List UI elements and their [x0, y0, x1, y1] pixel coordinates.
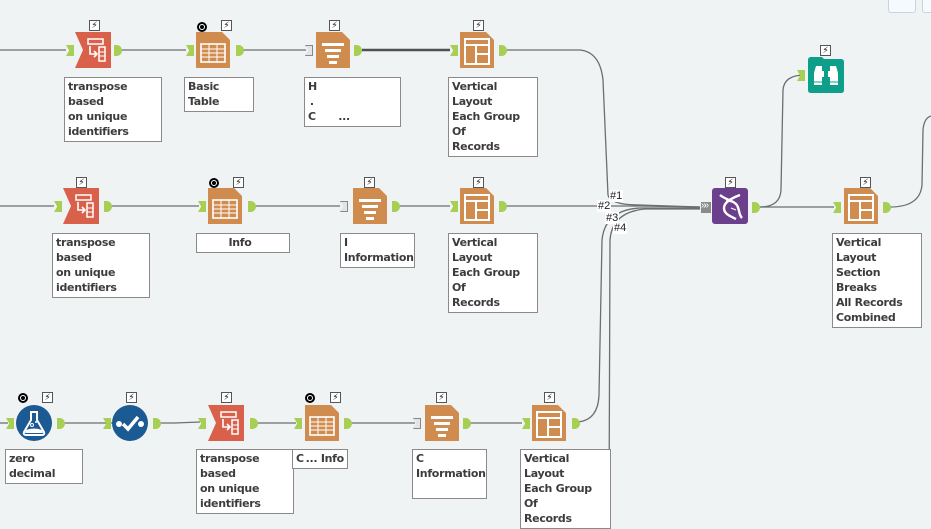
query-icon	[209, 178, 219, 188]
query-icon	[197, 22, 207, 32]
table-icon[interactable]	[305, 405, 341, 441]
table-icon[interactable]	[208, 188, 244, 224]
connection-wire[interactable]	[889, 115, 931, 208]
layout-icon[interactable]	[460, 32, 496, 68]
transpose-icon[interactable]	[75, 32, 111, 68]
table-icon[interactable]	[196, 32, 232, 68]
bolt-icon: ⚡	[544, 392, 555, 403]
connection-wire[interactable]	[608, 208, 700, 517]
tool-annotation: Basic Table	[184, 77, 254, 112]
tool-annotation: Vertical Layout Each Group Of Records	[520, 449, 611, 529]
bolt-icon: ⚡	[329, 20, 340, 31]
workflow-canvas[interactable]: ⚡ transpose based on unique identifiers ⚡	[0, 0, 931, 529]
report-text-icon[interactable]	[316, 32, 352, 68]
tool-annotation: C ... Info	[292, 449, 348, 469]
transpose-icon[interactable]	[208, 405, 244, 441]
tool-annotation: zero decimal	[5, 449, 83, 484]
bolt-icon: ⚡	[364, 177, 375, 188]
tool-annotation: Info	[196, 233, 290, 253]
bolt-icon: ⚡	[89, 20, 100, 31]
report-text-icon[interactable]	[425, 405, 461, 441]
tool-annotation: Vertical Layout Section Breaks All Records…	[832, 233, 922, 328]
bolt-icon: ⚡	[436, 392, 447, 403]
tool-annotation: I Information	[340, 233, 415, 268]
report-text-icon[interactable]	[353, 188, 389, 224]
connection-wire[interactable]	[577, 207, 700, 423]
connection-tag: #2	[597, 200, 612, 212]
query-icon	[305, 393, 315, 403]
bolt-icon: ⚡	[820, 45, 831, 56]
layout-icon[interactable]	[460, 188, 496, 224]
binoculars-icon[interactable]	[808, 57, 844, 93]
tool-annotation: transpose based on unique identifiers	[64, 77, 162, 142]
connection-wire[interactable]	[759, 74, 806, 208]
tool-annotation: Vertical Layout Each Group Of Records	[448, 77, 538, 157]
canvas-toolbar-button[interactable]	[888, 0, 916, 13]
tool-annotation: transpose based on unique identifiers	[52, 233, 150, 298]
bolt-icon: ⚡	[233, 177, 244, 188]
bolt-icon: ⚡	[330, 392, 341, 403]
layout-icon[interactable]	[532, 405, 568, 441]
bolt-icon: ⚡	[221, 20, 232, 31]
query-icon	[18, 393, 28, 403]
layout-icon[interactable]	[844, 188, 880, 224]
tool-annotation: H .C ...	[304, 77, 401, 127]
bolt-icon: ⚡	[42, 392, 53, 403]
bolt-icon: ⚡	[221, 392, 232, 403]
transpose-icon[interactable]	[63, 188, 99, 224]
union-dna-icon[interactable]	[712, 188, 748, 224]
bolt-icon: ⚡	[76, 177, 87, 188]
tool-annotation: C Information	[412, 449, 487, 499]
tool-annotation: transpose based on unique identifiers	[196, 449, 294, 514]
bolt-icon: ⚡	[860, 177, 871, 188]
bolt-icon: ⚡	[473, 177, 484, 188]
connection-tag: #4	[613, 222, 628, 234]
tool-annotation: Vertical Layout Each Group Of Records	[448, 233, 538, 313]
multi-input-anchor[interactable]	[701, 200, 711, 213]
flask-icon[interactable]	[16, 405, 52, 441]
bolt-icon: ⚡	[126, 392, 137, 403]
bolt-icon: ⚡	[473, 20, 484, 31]
bolt-icon: ⚡	[725, 177, 736, 188]
canvas-toolbar-button[interactable]	[922, 0, 931, 13]
select-check-icon[interactable]	[112, 405, 148, 441]
